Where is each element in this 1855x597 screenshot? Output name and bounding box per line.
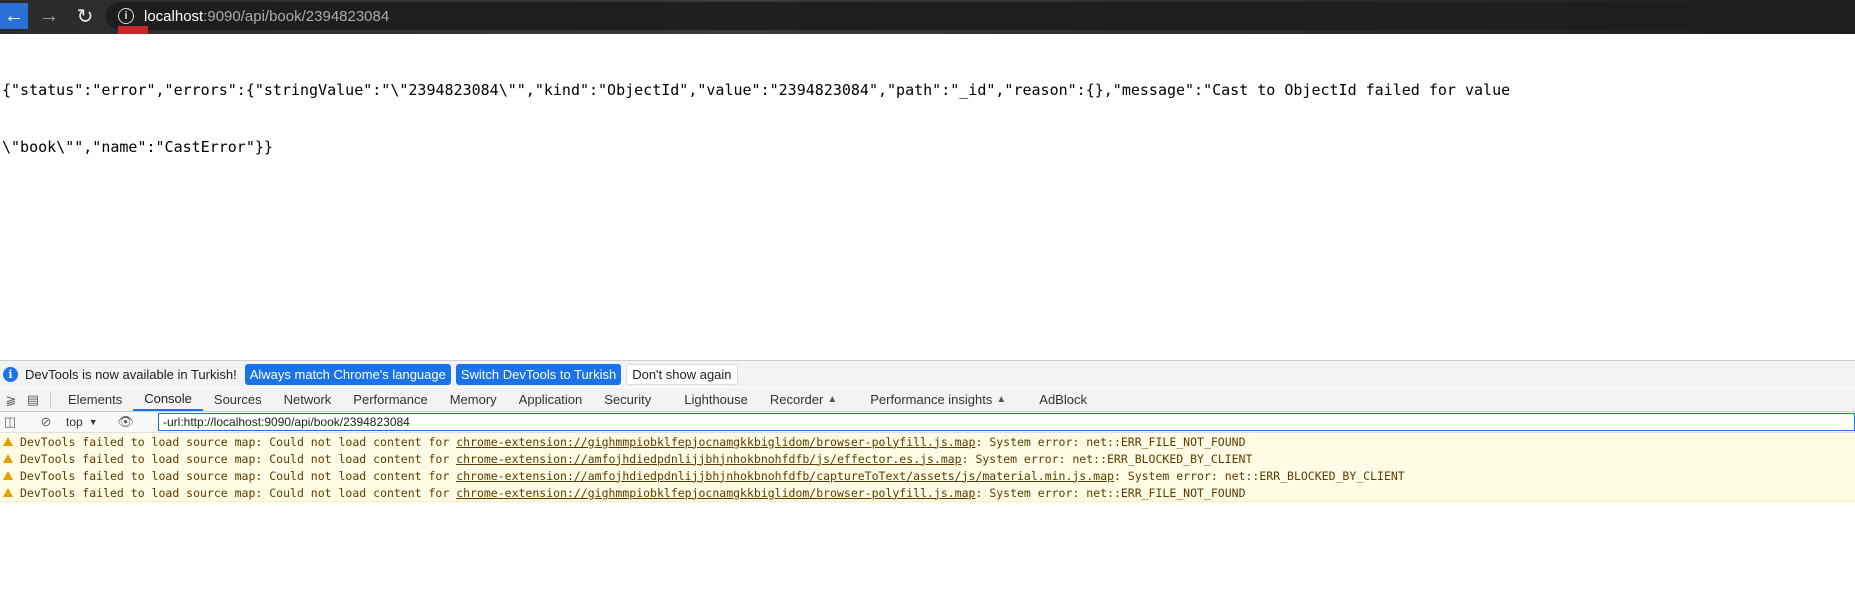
divider (50, 391, 51, 408)
console-warning-row: DevTools failed to load source map: Coul… (0, 467, 1855, 485)
warning-text: DevTools failed to load source map: Coul… (20, 434, 457, 449)
tab-performance[interactable]: Performance (342, 388, 438, 411)
json-response: {"status":"error","errors":{"stringValue… (2, 43, 1855, 176)
warning-icon (3, 471, 13, 480)
source-map-link[interactable]: chrome-extension://amfojhdiedpdnlijjbhjn… (456, 469, 1114, 483)
forward-button[interactable]: → (36, 3, 62, 29)
experiment-flask-icon: ▲ (996, 394, 1007, 405)
clear-console-icon[interactable]: ⊘ (36, 412, 56, 432)
tab-recorder-label: Recorder (769, 392, 824, 407)
warning-error: : System error: net::ERR_FILE_NOT_FOUND (975, 434, 1246, 449)
url-path: :9090/api/book/2394823084 (203, 7, 390, 25)
warning-error: : System error: net::ERR_BLOCKED_BY_CLIE… (961, 451, 1253, 466)
console-toolbar: ◫ ⊘ top ▼ 👁 (0, 412, 1855, 433)
warning-error: : System error: net::ERR_BLOCKED_BY_CLIE… (1113, 468, 1405, 483)
tab-memory[interactable]: Memory (439, 388, 508, 411)
back-button[interactable]: ← (0, 3, 28, 29)
tab-console[interactable]: Console (133, 388, 203, 411)
dont-show-again-button[interactable]: Don't show again (626, 363, 738, 385)
console-warning-row: DevTools failed to load source map: Coul… (0, 484, 1855, 502)
reload-button[interactable]: ↻ (72, 3, 98, 29)
warning-text: DevTools failed to load source map: Coul… (20, 485, 457, 500)
tab-application[interactable]: Application (508, 388, 594, 411)
tab-sources[interactable]: Sources (203, 388, 273, 411)
json-line-1: {"status":"error","errors":{"stringValue… (2, 81, 1511, 99)
tab-security[interactable]: Security (593, 388, 662, 411)
infobar-message: DevTools is now available in Turkish! (25, 366, 237, 382)
warning-text: DevTools failed to load source map: Coul… (20, 468, 457, 483)
source-map-link[interactable]: chrome-extension://gighmmpiobklfepjocnam… (456, 486, 975, 500)
json-line-2: \"book\"","name":"CastError"}} (2, 138, 273, 156)
arrow-right-icon: → (39, 4, 59, 27)
sidebar-toggle-icon[interactable]: ◫ (0, 412, 20, 432)
warning-text: DevTools failed to load source map: Coul… (20, 451, 457, 466)
language-infobar: i DevTools is now available in Turkish! … (0, 361, 1855, 387)
tab-recorder[interactable]: Recorder ▲ (759, 388, 848, 411)
info-icon[interactable]: i (118, 8, 134, 24)
console-warning-row: DevTools failed to load source map: Coul… (0, 450, 1855, 468)
browser-toolbar: ← → ↻ i localhost:9090/api/book/23948230… (0, 0, 1855, 34)
devtools-tabbar: ⫺ ▤ Elements Console Sources Network Per… (0, 388, 1855, 412)
source-map-link[interactable]: chrome-extension://gighmmpiobklfepjocnam… (456, 435, 975, 449)
context-label: top (66, 415, 83, 429)
reload-icon: ↻ (76, 5, 94, 28)
live-expression-eye-icon[interactable]: 👁 (116, 412, 136, 432)
tab-indicator (118, 26, 148, 34)
inspect-element-icon[interactable]: ⫺ (0, 389, 22, 411)
devtools-panel: i DevTools is now available in Turkish! … (0, 360, 1855, 597)
address-bar[interactable]: i localhost:9090/api/book/2394823084 (106, 2, 1855, 30)
tab-network[interactable]: Network (273, 388, 343, 411)
console-warning-row: DevTools failed to load source map: Coul… (0, 433, 1855, 451)
chevron-down-icon: ▼ (88, 417, 98, 427)
context-selector[interactable]: top ▼ (66, 415, 98, 429)
device-toolbar-icon[interactable]: ▤ (22, 389, 44, 411)
url-host: localhost (144, 7, 204, 25)
warning-icon (3, 437, 13, 446)
tab-elements[interactable]: Elements (57, 388, 133, 411)
warning-icon (3, 488, 13, 497)
tab-lighthouse[interactable]: Lighthouse (662, 388, 759, 411)
switch-devtools-language-button[interactable]: Switch DevTools to Turkish (455, 363, 622, 385)
tab-performance-insights[interactable]: Performance insights ▲ (848, 388, 1017, 411)
source-map-link[interactable]: chrome-extension://amfojhdiedpdnlijjbhjn… (456, 452, 961, 466)
experiment-flask-icon: ▲ (827, 394, 838, 405)
tab-adblock[interactable]: AdBlock (1017, 388, 1098, 411)
always-match-language-button[interactable]: Always match Chrome's language (244, 363, 451, 385)
warning-error: : System error: net::ERR_FILE_NOT_FOUND (975, 485, 1246, 500)
info-icon: i (3, 366, 18, 382)
console-filter-input[interactable] (158, 413, 1855, 431)
tab-performance-insights-label: Performance insights (870, 392, 993, 407)
warning-icon (3, 454, 13, 463)
arrow-left-icon: ← (4, 4, 24, 27)
